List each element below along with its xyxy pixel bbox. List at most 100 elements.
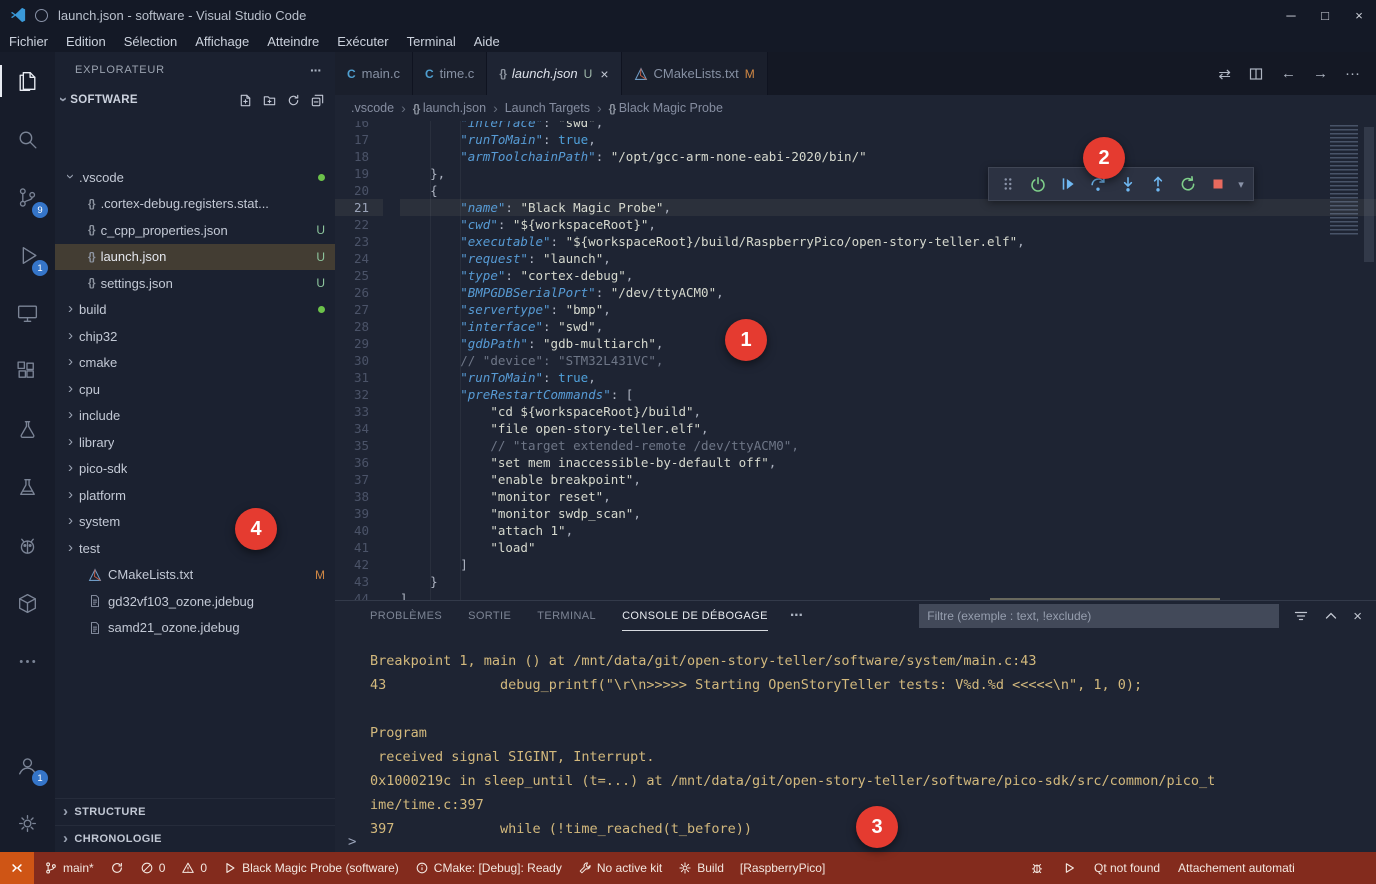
- panel-tab-terminal[interactable]: TERMINAL: [537, 601, 596, 631]
- menu-fichier[interactable]: Fichier: [0, 30, 57, 52]
- drag-handle-icon[interactable]: [995, 171, 1021, 197]
- status-no-active-kit[interactable]: No active kit: [578, 861, 662, 875]
- activity-package-extension[interactable]: [0, 574, 55, 632]
- debug-filter-input[interactable]: [919, 604, 1279, 628]
- restart-icon[interactable]: [1175, 171, 1201, 197]
- activity-more[interactable]: [0, 632, 55, 690]
- tab-main-c[interactable]: Cmain.c: [335, 52, 413, 95]
- status-attachement-automati[interactable]: Attachement automati: [1178, 861, 1295, 875]
- status-item[interactable]: [1030, 861, 1044, 875]
- collapse-all-icon[interactable]: [310, 93, 325, 108]
- status-main[interactable]: main*: [44, 861, 94, 875]
- remote-indicator[interactable]: [0, 852, 34, 884]
- tree-item-library[interactable]: ›library: [55, 429, 335, 456]
- editor-more-icon[interactable]: ···: [1345, 65, 1360, 82]
- tree-item-build[interactable]: ›build: [55, 297, 335, 324]
- tree-item-chip32[interactable]: ›chip32: [55, 323, 335, 350]
- debug-console-output[interactable]: Breakpoint 1, main () at /mnt/data/git/o…: [335, 631, 1376, 852]
- filter-icon[interactable]: [1293, 608, 1309, 624]
- activity-accounts[interactable]: 1: [0, 736, 55, 794]
- breadcrumb-launch-targets[interactable]: Launch Targets: [505, 101, 590, 115]
- activity-testing[interactable]: [0, 400, 55, 458]
- maximize-button[interactable]: □: [1308, 0, 1342, 30]
- status-build[interactable]: Build: [678, 861, 724, 875]
- tab-launch-json[interactable]: {}launch.jsonU×: [487, 52, 621, 95]
- status-0[interactable]: 0: [140, 861, 166, 875]
- continue-icon[interactable]: [1055, 171, 1081, 197]
- status-black-magic-probe-software[interactable]: Black Magic Probe (software): [223, 861, 399, 875]
- activity-flask-extension[interactable]: [0, 458, 55, 516]
- minimap[interactable]: [1330, 125, 1358, 237]
- new-file-icon[interactable]: [238, 93, 253, 108]
- tree-item-cmakelists-txt[interactable]: CMakeLists.txtM: [55, 562, 335, 589]
- menu-edition[interactable]: Edition: [57, 30, 115, 52]
- tree-item-gd32vf103-ozone-jdebug[interactable]: gd32vf103_ozone.jdebug: [55, 588, 335, 615]
- breadcrumb-vscode[interactable]: .vscode: [351, 101, 394, 115]
- back-icon[interactable]: ←: [1281, 65, 1296, 82]
- editor-scrollbar[interactable]: [1364, 127, 1374, 262]
- panel-tab-problemes[interactable]: PROBLÈMES: [370, 601, 442, 631]
- refresh-icon[interactable]: [286, 93, 301, 108]
- panel-maximize-icon[interactable]: [1323, 608, 1339, 624]
- status-cmake-debug-ready[interactable]: CMake: [Debug]: Ready: [415, 861, 562, 875]
- stop-chevron-icon[interactable]: ▾: [1235, 171, 1247, 197]
- panel-tab-sortie[interactable]: SORTIE: [468, 601, 511, 631]
- step-out-icon[interactable]: [1145, 171, 1171, 197]
- breadcrumb-launch-json[interactable]: {} launch.json: [413, 101, 486, 115]
- panel-close-icon[interactable]: ×: [1353, 608, 1362, 625]
- tree-item-system[interactable]: ›system: [55, 509, 335, 536]
- tab-cmakelists-txt[interactable]: CMakeLists.txtM: [622, 52, 768, 95]
- power-icon[interactable]: [1025, 171, 1051, 197]
- section-software[interactable]: › SOFTWARE: [55, 88, 335, 112]
- breadcrumb-black-magic-probe[interactable]: {} Black Magic Probe: [609, 101, 723, 115]
- activity-bug-extension[interactable]: [0, 516, 55, 574]
- sidebar-more-icon[interactable]: ···: [310, 62, 321, 78]
- tree-item-cmake[interactable]: ›cmake: [55, 350, 335, 377]
- tree-item-samd21-ozone-jdebug[interactable]: samd21_ozone.jdebug: [55, 615, 335, 642]
- panel-tab-console-de-debogage[interactable]: CONSOLE DE DÉBOGAGE: [622, 601, 768, 631]
- step-into-icon[interactable]: [1115, 171, 1141, 197]
- menu-atteindre[interactable]: Atteindre: [258, 30, 328, 52]
- menu-terminal[interactable]: Terminal: [398, 30, 465, 52]
- activity-source-control[interactable]: 9: [0, 168, 55, 226]
- tree-item-vscode[interactable]: ›.vscode: [55, 164, 335, 191]
- minimize-button[interactable]: ─: [1274, 0, 1308, 30]
- status-qt-not-found[interactable]: Qt not found: [1094, 861, 1160, 875]
- tree-item-platform[interactable]: ›platform: [55, 482, 335, 509]
- stop-icon[interactable]: [1205, 171, 1231, 197]
- menu-aide[interactable]: Aide: [465, 30, 509, 52]
- status-item[interactable]: [110, 861, 124, 875]
- section-structure[interactable]: › STRUCTURE: [55, 798, 335, 825]
- tree-item-cortex-debug-registers-stat[interactable]: {}.cortex-debug.registers.stat...: [55, 191, 335, 218]
- activity-search[interactable]: [0, 110, 55, 168]
- section-chronologie[interactable]: › CHRONOLOGIE: [55, 825, 335, 852]
- tree-item-settings-json[interactable]: {}settings.jsonU: [55, 270, 335, 297]
- compare-changes-icon[interactable]: ⇄: [1218, 65, 1231, 83]
- tab-time-c[interactable]: Ctime.c: [413, 52, 487, 95]
- tree-item-cpu[interactable]: ›cpu: [55, 376, 335, 403]
- menu-selection[interactable]: Sélection: [115, 30, 186, 52]
- tree-item-c-cpp-properties-json[interactable]: {}c_cpp_properties.jsonU: [55, 217, 335, 244]
- tree-item-launch-json[interactable]: {}launch.jsonU: [55, 244, 335, 271]
- status-item[interactable]: [1062, 861, 1076, 875]
- tree-item-pico-sdk[interactable]: ›pico-sdk: [55, 456, 335, 483]
- close-icon[interactable]: ×: [600, 66, 608, 82]
- activity-settings[interactable]: [0, 794, 55, 852]
- split-editor-icon[interactable]: [1248, 66, 1264, 82]
- tree-item-include[interactable]: ›include: [55, 403, 335, 430]
- panel-more-icon[interactable]: ···: [790, 607, 803, 625]
- debug-console-prompt[interactable]: >: [348, 834, 356, 850]
- close-button[interactable]: ×: [1342, 0, 1376, 30]
- activity-run-debug[interactable]: 1: [0, 226, 55, 284]
- status-0[interactable]: 0: [181, 861, 207, 875]
- activity-explorer[interactable]: [0, 52, 55, 110]
- status-raspberrypico[interactable]: [RaspberryPico]: [740, 861, 825, 875]
- tree-item-test[interactable]: ›test: [55, 535, 335, 562]
- menu-affichage[interactable]: Affichage: [186, 30, 258, 52]
- add-configuration-button[interactable]: Ajouter une configuration...: [990, 598, 1220, 600]
- activity-extensions[interactable]: [0, 342, 55, 400]
- menu-executer[interactable]: Exécuter: [328, 30, 397, 52]
- code-editor[interactable]: 1617181920212223242526272829303132333435…: [335, 121, 1376, 600]
- activity-remote-explorer[interactable]: [0, 284, 55, 342]
- forward-icon[interactable]: →: [1313, 65, 1328, 82]
